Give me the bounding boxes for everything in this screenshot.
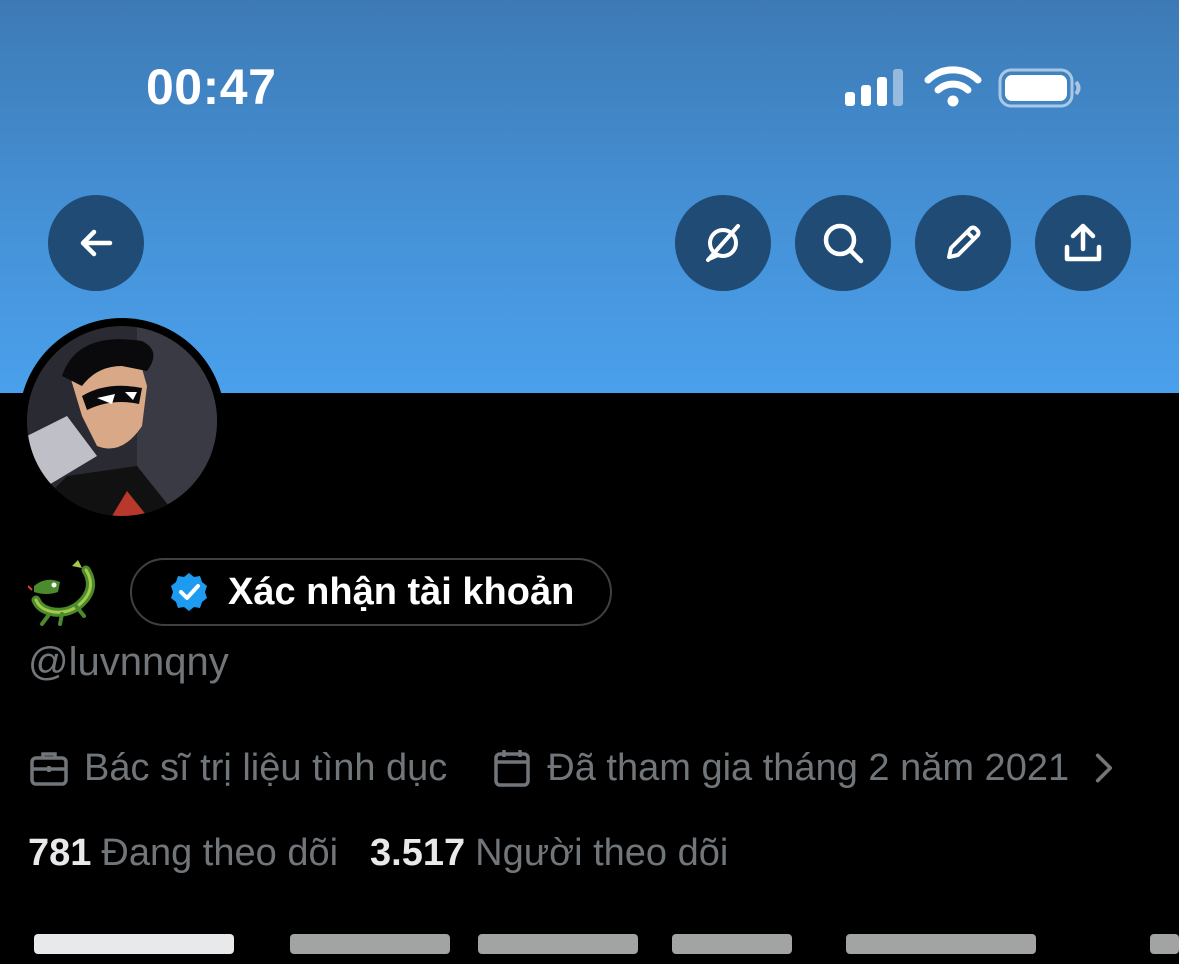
profile-meta-row: Bác sĩ trị liệu tình dục Đã tham gia thá… — [28, 742, 1139, 794]
dragon-emoji-icon — [28, 560, 95, 626]
joined-label: Đã tham gia tháng 2 năm 2021 — [547, 746, 1070, 789]
back-arrow-icon — [80, 229, 113, 257]
profile-avatar[interactable] — [19, 318, 225, 524]
share-icon — [1064, 223, 1102, 262]
edit-button[interactable] — [915, 195, 1011, 291]
followers-count: 3.517 — [370, 831, 466, 874]
grok-icon — [706, 224, 740, 262]
wifi-icon — [924, 66, 982, 107]
grok-button[interactable] — [675, 195, 771, 291]
profile-handle: @luvnnqny — [28, 640, 229, 684]
name-row: Xác nhận tài khoản — [28, 556, 613, 628]
joined-date-link[interactable]: Đã tham gia tháng 2 năm 2021 — [491, 747, 1139, 790]
following-count: 781 — [28, 831, 92, 874]
followers-label: Người theo dõi — [475, 831, 729, 874]
pencil-icon — [947, 225, 981, 259]
verified-badge-icon — [171, 573, 207, 611]
avatar-image — [27, 326, 217, 516]
verify-account-label: Xác nhận tài khoản — [228, 570, 575, 613]
search-icon — [823, 223, 864, 264]
following-stat[interactable]: 781 Đang theo dõi — [28, 832, 338, 875]
calendar-icon — [494, 750, 531, 787]
chevron-right-icon — [1095, 753, 1113, 783]
followers-stat[interactable]: 3.517 Người theo dõi — [370, 832, 728, 875]
verify-account-button[interactable]: Xác nhận tài khoản — [130, 558, 613, 626]
follow-stats: 781 Đang theo dõi 3.517 Người theo dõi — [28, 826, 728, 880]
share-button[interactable] — [1035, 195, 1131, 291]
profile-tabs-cutoff — [0, 934, 1179, 964]
following-label: Đang theo dõi — [101, 831, 339, 874]
status-time: 00:47 — [146, 59, 277, 115]
cellular-signal-icon — [845, 68, 905, 106]
profession-item: Bác sĩ trị liệu tình dục — [28, 747, 447, 790]
battery-icon — [998, 68, 1081, 108]
briefcase-icon — [30, 752, 68, 786]
back-button[interactable] — [48, 195, 144, 291]
search-button[interactable] — [795, 195, 891, 291]
profession-label: Bác sĩ trị liệu tình dục — [84, 746, 448, 789]
